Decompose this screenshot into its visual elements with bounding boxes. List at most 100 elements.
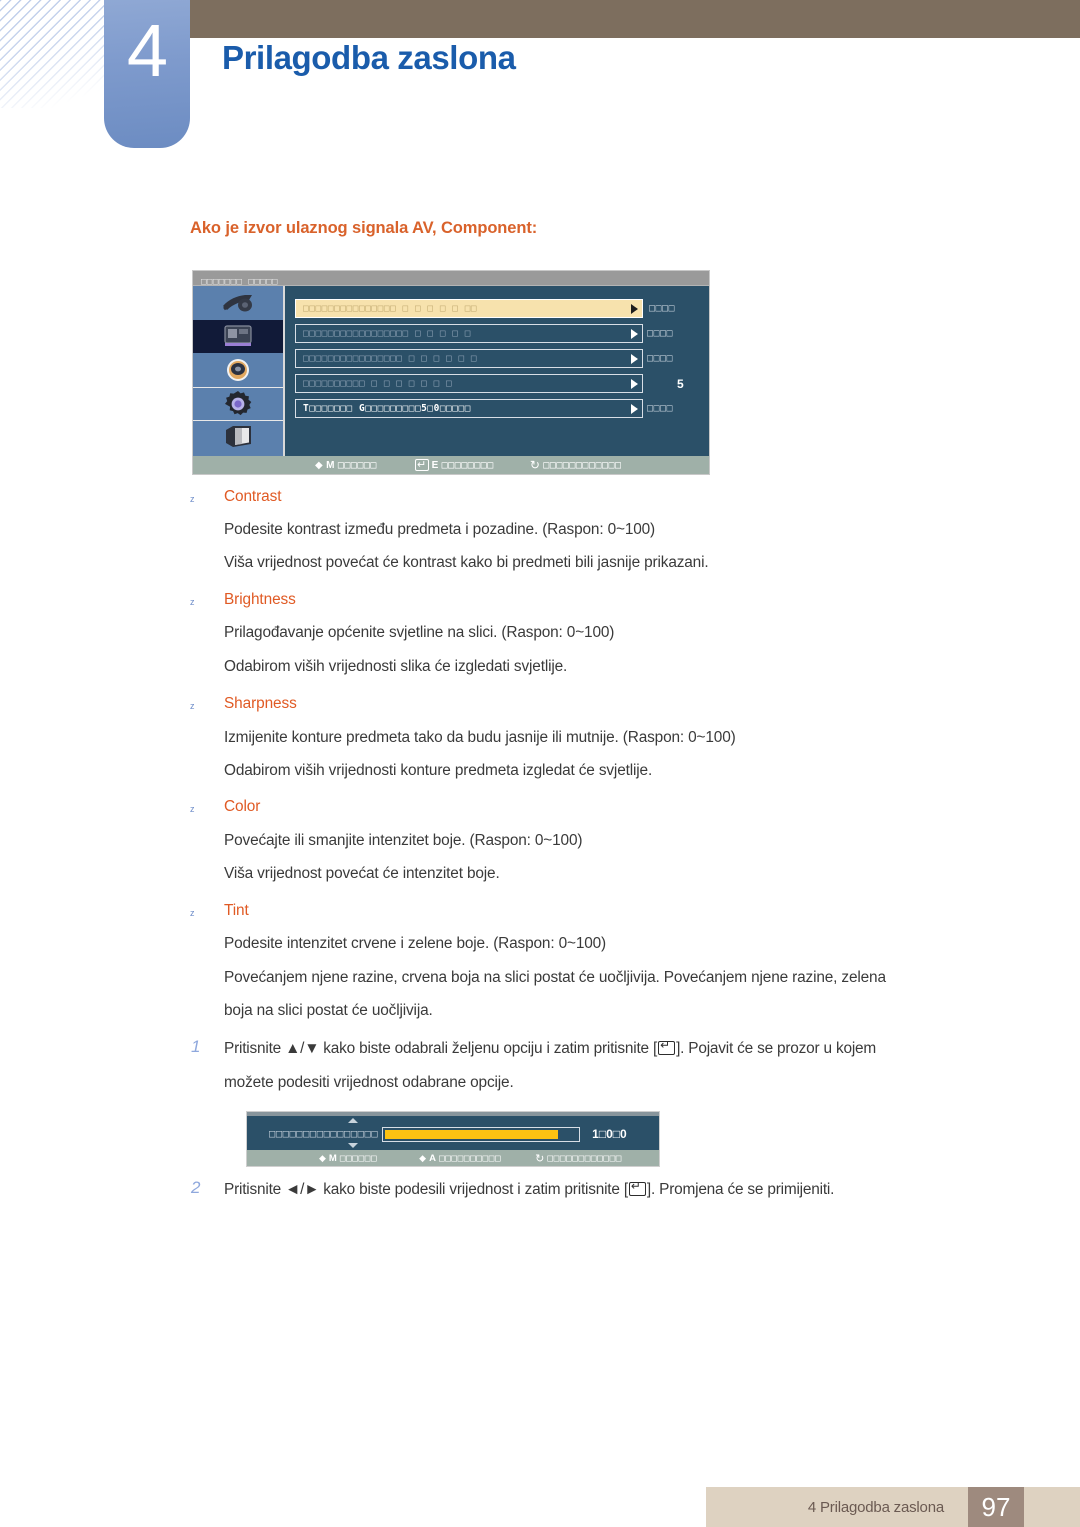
osd-hint-key: M [326, 459, 335, 471]
step-1-part2: ]. Pojavit će se prozor u kojem [676, 1040, 877, 1057]
chevron-right-icon [631, 378, 638, 389]
option-line: Viša vrijednost povećat će intenzitet bo… [224, 865, 500, 882]
osd-row-value: □□□□ [647, 353, 674, 364]
system-gear-icon [225, 390, 252, 415]
osd-body: □□□□□□□□□□□□□□□ □ □ □ □ □ □□ □□□□ □□□□□□… [287, 286, 709, 456]
osd-hint-key: A [429, 1152, 436, 1164]
step-2-part1: Pritisnite ◄/► kako biste podesili vrije… [224, 1181, 628, 1198]
option-name-contrast: Contrast [224, 488, 282, 505]
osd-row[interactable]: T□□□□□□□ G□□□□□□□□□5□0□□□□□ [295, 399, 643, 418]
osd-sidebar-item-system[interactable] [193, 386, 283, 421]
osd-slider-label: □□□□□□□□□□□□□□□□ [269, 1128, 379, 1140]
osd-row-label: T□□□□□□□ G□□□□□□□□□5□0□□□□□ [303, 403, 471, 414]
option-name-brightness: Brightness [224, 591, 296, 608]
arrow-down-icon [348, 1143, 358, 1148]
osd-hint-return: ↻ □□□□□□□□□□□□ [530, 458, 622, 472]
chevron-right-icon [631, 303, 638, 314]
option-line: Podesite kontrast između predmeta i poza… [224, 521, 656, 538]
bullet-marker: z [190, 494, 195, 504]
step-2-part2: ]. Promjena će se primijeniti. [646, 1181, 835, 1198]
enter-key-icon [658, 1038, 676, 1055]
chevron-right-icon [631, 328, 638, 339]
osd-sidebar-item-sound[interactable] [193, 353, 283, 387]
picture-icon [224, 325, 252, 347]
footer-page-number: 97 [968, 1487, 1024, 1527]
bullet-marker: z [190, 804, 195, 814]
input-source-icon [223, 294, 252, 312]
osd-hint-text: □□□□□□□□□□□□ [543, 459, 622, 471]
step-number-1: 1 [191, 1037, 201, 1056]
osd-hint-move: ◆ M □□□□□□ [315, 460, 377, 471]
leftright-arrows-icon: ◆ [419, 1152, 427, 1163]
enter-key-icon: ↵ [414, 459, 429, 471]
osd-sidebar-item-input[interactable] [193, 286, 283, 320]
osd-row[interactable]: □□□□□□□□□□ □ □ □ □ □ □ □ [295, 374, 643, 393]
osd-row[interactable]: □□□□□□□□□□□□□□□□□ □ □ □ □ □ [295, 324, 643, 343]
osd-menu-screenshot: □□□□□□□ □□□□□ □□□□□□□□□□□□□□□ □ □ □ □ □ … [192, 270, 710, 475]
osd-sidebar-item-picture[interactable] [193, 319, 283, 353]
osd-hint-text: □□□□□□□□□□□□ [547, 1152, 623, 1164]
osd-row-label: □□□□□□□□□□□□□□□□ □ □ □ □ □ □ [303, 353, 478, 364]
osd-slider-hint-return: ↻ □□□□□□□□□□□□ [535, 1152, 622, 1165]
osd-slider-row: □□□□□□□□□□□□□□□□ 1□0□0 [247, 1116, 659, 1152]
display-monitor-icon [226, 426, 251, 448]
osd-slider-updown-indicator [347, 1118, 359, 1148]
option-line: Prilagođavanje općenite svjetline na sli… [224, 624, 615, 641]
osd-row-label: □□□□□□□□□□□□□□□ □ □ □ □ □ □□ [303, 303, 478, 314]
osd-row-value: □□□□ [647, 403, 674, 414]
osd-hint-key: E [431, 459, 439, 471]
option-line: boja na slici postat će uočljivija. [224, 1002, 433, 1019]
chevron-right-icon [631, 403, 638, 414]
bullet-marker: z [190, 701, 195, 711]
bullet-marker: z [190, 597, 195, 607]
updown-arrows-icon: ◆ [319, 1152, 326, 1163]
step-2-text: Pritisnite ◄/► kako biste podesili vrije… [224, 1179, 835, 1199]
option-line: Povećajte ili smanjite intenzitet boje. … [224, 832, 583, 849]
page-title: Prilagodba zaslona [222, 39, 516, 76]
return-arrow-icon: ↻ [535, 1152, 545, 1165]
option-line: Odabirom viših vrijednosti slika će izgl… [224, 658, 568, 675]
osd-hint-key: M [328, 1152, 337, 1164]
osd-row-label: □□□□□□□□□□ □ □ □ □ □ □ □ [303, 378, 453, 389]
option-name-tint: Tint [224, 902, 249, 919]
chevron-right-icon [631, 353, 638, 364]
return-arrow-icon: ↻ [529, 458, 541, 472]
osd-slider-hint-adjust: ◆ A □□□□□□□□□□ [419, 1153, 501, 1164]
osd-row[interactable]: □□□□□□□□□□□□□□□ □ □ □ □ □ □□ [295, 299, 643, 318]
osd-hint-text: □□□□□□□□ [441, 459, 494, 471]
step-1-part1: Pritisnite ▲/▼ kako biste odabrali želje… [224, 1040, 658, 1057]
footer-chapter-label: 4 Prilagodba zaslona [807, 1498, 944, 1516]
osd-hint-enter: ↵ E □□□□□□□□ [414, 459, 494, 471]
section-heading: Ako je izvor ulaznog signala AV, Compone… [190, 219, 538, 237]
osd-slider-fill [385, 1129, 558, 1139]
step-1-text: Pritisnite ▲/▼ kako biste odabrali želje… [224, 1038, 877, 1058]
option-line: Viša vrijednost povećat će kontrast kako… [224, 554, 709, 571]
osd-footer-hints: ◆ M □□□□□□ ↵ E □□□□□□□□ ↻ □□□□□□□□□□□□ [193, 456, 709, 474]
chapter-number: 4 [126, 9, 168, 92]
osd-hint-text: □□□□□□□□□□ [438, 1152, 502, 1164]
osd-sidebar [193, 286, 285, 456]
osd-row-value: 5 [677, 377, 684, 391]
osd-row-value: □□□□ [649, 303, 676, 314]
option-line: Odabirom viših vrijednosti konture predm… [224, 762, 653, 779]
osd-row-label: □□□□□□□□□□□□□□□□□ □ □ □ □ □ [303, 328, 471, 339]
osd-row-value: □□□□ [647, 328, 674, 339]
step-1-line2: možete podesiti vrijednost odabrane opci… [224, 1074, 514, 1091]
arrow-up-icon [348, 1118, 358, 1123]
osd-slider-value: 1□0□0 [592, 1127, 627, 1141]
header-brown-band [146, 0, 1080, 38]
osd-slider-footer-hints: ◆ M □□□□□□ ◆ A □□□□□□□□□□ ↻ □□□□□□□□□□□□ [247, 1150, 659, 1166]
osd-row[interactable]: □□□□□□□□□□□□□□□□ □ □ □ □ □ □ [295, 349, 643, 368]
enter-key-icon [628, 1179, 646, 1196]
sound-icon [227, 358, 249, 381]
osd-sidebar-item-display[interactable] [193, 420, 283, 454]
option-line: Povećanjem njene razine, crvena boja na … [224, 969, 886, 986]
osd-hint-text: □□□□□□ [337, 459, 377, 471]
step-number-2: 2 [191, 1178, 201, 1197]
osd-slider-track[interactable] [382, 1126, 581, 1142]
updown-arrows-icon: ◆ [315, 459, 324, 471]
option-line: Izmijenite konture predmeta tako da budu… [224, 729, 736, 746]
osd-slider-hint-move: ◆ M □□□□□□ [319, 1153, 377, 1164]
option-name-sharpness: Sharpness [224, 695, 297, 712]
option-name-color: Color [224, 798, 261, 815]
